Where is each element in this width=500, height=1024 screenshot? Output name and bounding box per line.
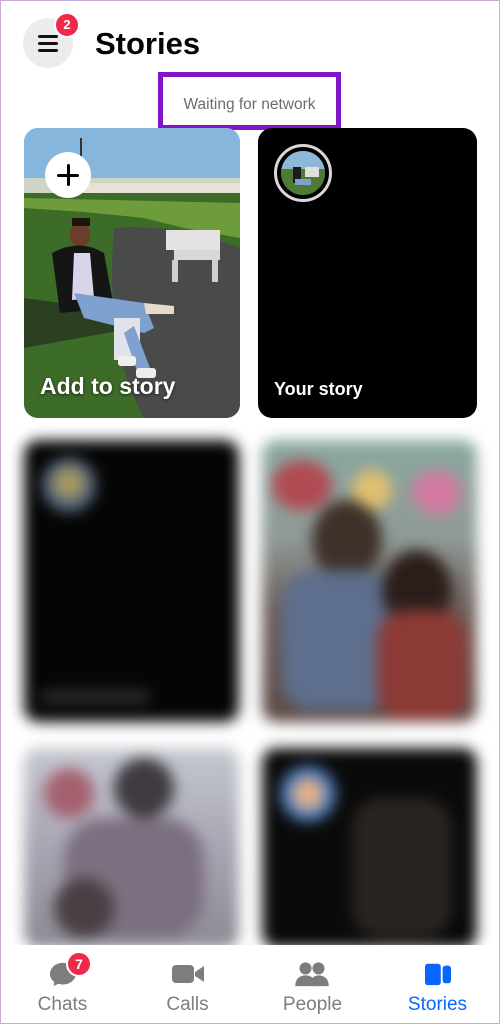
your-story-card[interactable]: Your story bbox=[258, 128, 477, 418]
friend-story-card[interactable] bbox=[262, 748, 477, 948]
tab-chats[interactable]: 7 Chats bbox=[0, 945, 125, 1024]
bottom-nav: 7 Chats Calls People Stories bbox=[0, 945, 500, 1024]
network-status-text: Waiting for network bbox=[183, 96, 316, 113]
page-title: Stories bbox=[95, 26, 201, 61]
network-status-banner: Waiting for network bbox=[158, 72, 341, 130]
tab-stories-label: Stories bbox=[407, 994, 468, 1015]
plus-icon bbox=[45, 152, 91, 198]
add-to-story-card[interactable]: Add to story bbox=[24, 128, 240, 418]
tab-stories[interactable]: Stories bbox=[375, 945, 500, 1024]
people-icon bbox=[295, 962, 329, 987]
friend-story-card[interactable] bbox=[262, 440, 477, 722]
chats-unread-badge: 7 bbox=[66, 951, 92, 977]
add-to-story-label: Add to story bbox=[40, 373, 176, 399]
friend-story-card[interactable] bbox=[24, 440, 239, 722]
menu-notification-badge: 2 bbox=[54, 12, 80, 38]
tab-chats-label: Chats bbox=[37, 994, 88, 1015]
avatar bbox=[274, 144, 332, 202]
tab-people[interactable]: People bbox=[250, 945, 375, 1024]
tab-calls[interactable]: Calls bbox=[125, 945, 250, 1024]
video-camera-icon bbox=[172, 965, 204, 983]
stories-icon bbox=[425, 963, 451, 986]
tab-people-label: People bbox=[282, 994, 343, 1015]
friend-story-card[interactable] bbox=[24, 748, 239, 948]
tab-calls-label: Calls bbox=[166, 994, 209, 1015]
your-story-label: Your story bbox=[274, 379, 363, 399]
